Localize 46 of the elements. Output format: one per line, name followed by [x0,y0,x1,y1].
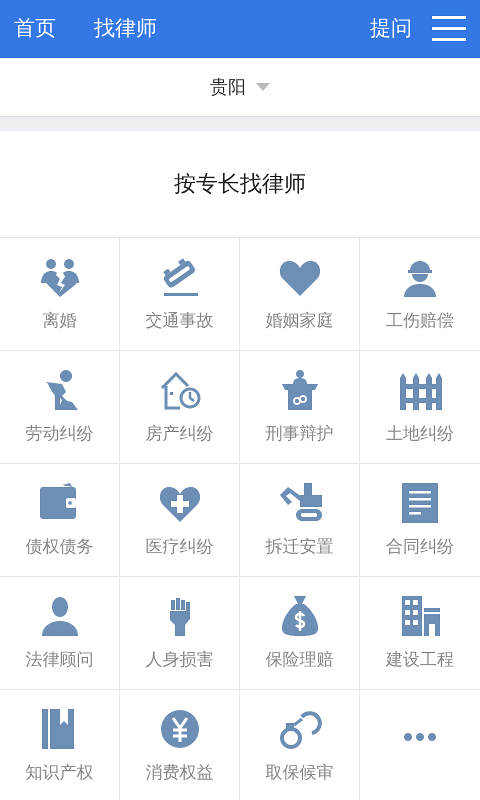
category-item[interactable]: 人身损害 [120,577,240,690]
nav-link[interactable]: 找律师 [94,13,157,45]
category-label: 人身损害 [146,649,214,672]
category-label: 婚姻家庭 [266,310,334,333]
category-item[interactable]: 工伤赔偿 [360,238,480,351]
category-label: 建设工程 [386,649,454,672]
category-item[interactable]: 土地纠纷 [360,351,480,464]
category-label: 工伤赔偿 [386,310,454,333]
category-label: 知识产权 [26,762,94,785]
category-label: 法律顾问 [26,649,94,672]
category-item[interactable]: 法律顾问 [0,577,120,690]
category-item[interactable]: 医疗纠纷 [120,464,240,577]
category-item[interactable]: 离婚 [0,238,120,351]
category-label: 刑事辩护 [266,423,334,446]
category-item[interactable]: 合同纠纷 [360,464,480,577]
category-item[interactable]: 债权债务 [0,464,120,577]
nav-link[interactable]: 首页 [14,13,56,45]
ask-link[interactable]: 提问 [370,13,412,45]
more-icon [403,732,437,742]
category-item[interactable]: 房产纠纷 [120,351,240,464]
category-label: 合同纠纷 [386,536,454,559]
category-label: 医疗纠纷 [146,536,214,559]
category-item[interactable]: 刑事辩护 [240,351,360,464]
dropdown-icon [256,83,270,91]
category-item[interactable]: 交通事故 [120,238,240,351]
category-label: 债权债务 [26,536,94,559]
category-item[interactable]: 保险理赔 [240,577,360,690]
category-label: 劳动纠纷 [26,423,94,446]
category-label: 保险理赔 [266,649,334,672]
category-label: 房产纠纷 [146,423,214,446]
category-item[interactable]: 劳动纠纷 [0,351,120,464]
category-label: 土地纠纷 [386,423,454,446]
menu-icon[interactable] [432,16,466,42]
category-label: 离婚 [42,310,76,333]
category-item[interactable]: 拆迁安置 [240,464,360,577]
category-label: 取保候审 [266,762,334,785]
category-item[interactable]: 取保候审 [240,690,360,800]
category-label: 消费权益 [146,762,214,785]
category-item[interactable]: 建设工程 [360,577,480,690]
category-label: 拆迁安置 [266,536,334,559]
city-label: 贵阳 [210,76,246,100]
category-item[interactable]: 知识产权 [0,690,120,800]
category-label: 交通事故 [146,310,214,333]
category-item[interactable]: 婚姻家庭 [240,238,360,351]
category-item[interactable]: 消费权益 [120,690,240,800]
section-title: 按专长找律师 [174,170,306,198]
